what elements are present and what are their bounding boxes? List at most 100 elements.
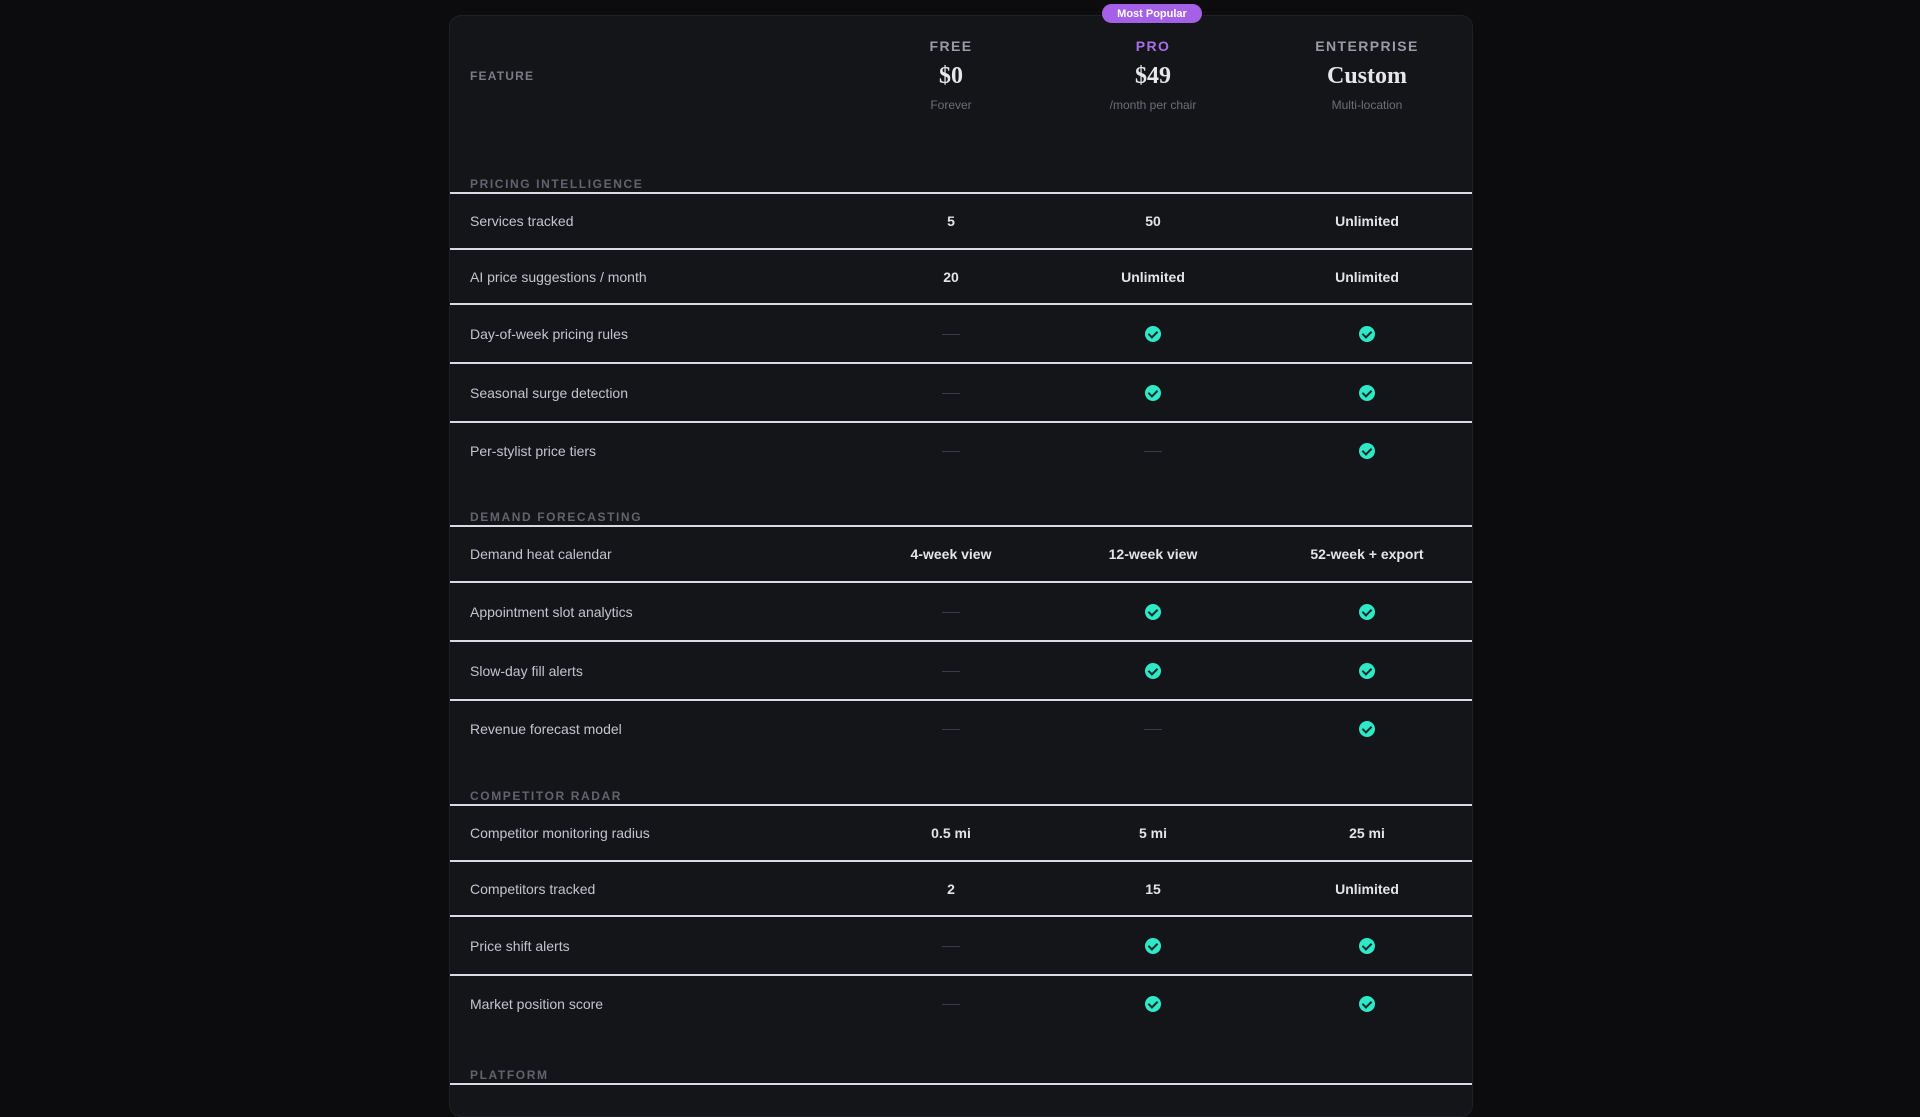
cell-included: [1053, 662, 1253, 680]
cell-included: [1053, 937, 1253, 955]
feature-label: Price shift alerts: [470, 937, 570, 954]
check-icon: [1359, 938, 1375, 955]
table-row: Slow-day fill alerts: [450, 642, 1472, 701]
cell-not-included: [851, 385, 1051, 401]
table-row: Competitor monitoring radius 0.5 mi 5 mi 25…: [450, 806, 1472, 862]
plan-pro: PRO $49 /month per chair: [1053, 38, 1253, 112]
feature-label: Market position score: [470, 995, 604, 1012]
feature-label: Seasonal surge detection: [470, 384, 628, 401]
check-icon: [1145, 996, 1161, 1013]
check-icon: [1359, 443, 1375, 460]
check-icon: [1359, 326, 1375, 343]
cell-included: [1053, 995, 1253, 1013]
cell-not-included: [1053, 443, 1253, 459]
section-pricing-intelligence: PRICING INTELLIGENCE Services tracked 5 50 U…: [450, 146, 1472, 478]
cell-value: 2: [947, 880, 955, 897]
dash-icon: [942, 1004, 960, 1006]
cell-not-included: [851, 604, 1051, 620]
cell-included: [1267, 603, 1467, 621]
cell-value: 5: [947, 213, 955, 229]
cell-included: [1267, 662, 1467, 680]
cell-value: 4-week view: [910, 546, 992, 562]
plan-subtitle: Forever: [930, 98, 972, 112]
comparison-table: FEATURE FREE $0 Forever PRO $49 /month p…: [449, 15, 1473, 1117]
check-icon: [1145, 938, 1161, 955]
cell-included: [1053, 384, 1253, 402]
cell-not-included: [851, 443, 1051, 459]
cell-included: [1053, 603, 1253, 621]
section-competitor-radar: COMPETITOR RADAR Competitor monitoring ra…: [450, 758, 1472, 1031]
table-row: Seasonal surge detection: [450, 364, 1472, 423]
section-platform: PLATFORM: [450, 1037, 1472, 1085]
table-header: FEATURE FREE $0 Forever PRO $49 /month p…: [450, 16, 1472, 146]
cell-included: [1267, 720, 1467, 738]
cell-included: [1267, 937, 1467, 955]
feature-label: Appointment slot analytics: [470, 603, 633, 620]
cell-value: Unlimited: [1335, 213, 1399, 229]
cell-value: 15: [1145, 880, 1161, 897]
plan-name: FREE: [929, 38, 973, 54]
plan-price: Custom: [1326, 63, 1407, 89]
table-row: AI price suggestions / month 20 Unlimited U…: [450, 250, 1472, 305]
feature-label: Competitor monitoring radius: [470, 825, 650, 841]
dash-icon: [942, 393, 960, 395]
dash-icon: [942, 451, 960, 453]
feature-label: Revenue forecast model: [470, 720, 622, 737]
table-row: Services tracked 5 50 Unlimited: [450, 194, 1472, 250]
plan-subtitle: /month per chair: [1109, 98, 1197, 112]
plan-name: PRO: [1135, 38, 1171, 54]
section-title: PLATFORM: [450, 1037, 1472, 1085]
cell-not-included: [851, 663, 1051, 679]
plan-price: $49: [1135, 63, 1171, 89]
dash-icon: [1144, 729, 1162, 731]
cell-value: 20: [943, 268, 959, 285]
cell-included: [1267, 384, 1467, 402]
cell-value: Unlimited: [1121, 268, 1185, 285]
plan-enterprise: ENTERPRISE Custom Multi-location: [1267, 38, 1467, 112]
cell-not-included: [1053, 721, 1253, 737]
cell-value: 5 mi: [1138, 825, 1167, 841]
feature-label: Services tracked: [470, 213, 574, 229]
check-icon: [1359, 721, 1375, 738]
section-title: COMPETITOR RADAR: [450, 758, 1472, 806]
cell-value: 0.5 mi: [931, 825, 971, 841]
feature-column-header: FEATURE: [470, 69, 535, 83]
feature-label: Day-of-week pricing rules: [470, 325, 628, 342]
section-title: DEMAND FORECASTING: [450, 479, 1472, 527]
dash-icon: [1144, 451, 1162, 453]
cell-not-included: [851, 996, 1051, 1012]
table-row: Revenue forecast model: [450, 701, 1472, 756]
feature-label: Slow-day fill alerts: [470, 662, 583, 679]
section-demand-forecasting: DEMAND FORECASTING Demand heat calendar 4-…: [450, 479, 1472, 756]
table-row: Per-stylist price tiers: [450, 423, 1472, 478]
section-title: PRICING INTELLIGENCE: [450, 146, 1472, 194]
check-icon: [1145, 385, 1161, 402]
check-icon: [1359, 996, 1375, 1013]
cell-included: [1267, 325, 1467, 343]
cell-not-included: [851, 326, 1051, 342]
check-icon: [1145, 604, 1161, 621]
dash-icon: [942, 612, 960, 614]
check-icon: [1359, 385, 1375, 402]
cell-value: 12-week view: [1108, 546, 1198, 562]
plan-free: FREE $0 Forever: [851, 38, 1051, 112]
cell-not-included: [851, 721, 1051, 737]
check-icon: [1145, 663, 1161, 680]
table-row: Price shift alerts: [450, 917, 1472, 976]
table-row: Day-of-week pricing rules: [450, 305, 1472, 364]
table-row: Competitors tracked 2 15 Unlimited: [450, 862, 1472, 917]
table-row: Demand heat calendar 4-week view 12-week v…: [450, 527, 1472, 583]
plan-price: $0: [939, 63, 963, 89]
cell-included: [1053, 325, 1253, 343]
most-popular-badge: Most Popular: [1102, 4, 1202, 23]
check-icon: [1359, 663, 1375, 680]
cell-value: Unlimited: [1335, 880, 1399, 897]
dash-icon: [942, 729, 960, 731]
cell-value: 50: [1145, 213, 1161, 229]
feature-label: Competitors tracked: [470, 880, 596, 897]
cell-included: [1267, 442, 1467, 460]
check-icon: [1145, 326, 1161, 343]
dash-icon: [942, 946, 960, 948]
check-icon: [1359, 604, 1375, 621]
dash-icon: [942, 671, 960, 673]
